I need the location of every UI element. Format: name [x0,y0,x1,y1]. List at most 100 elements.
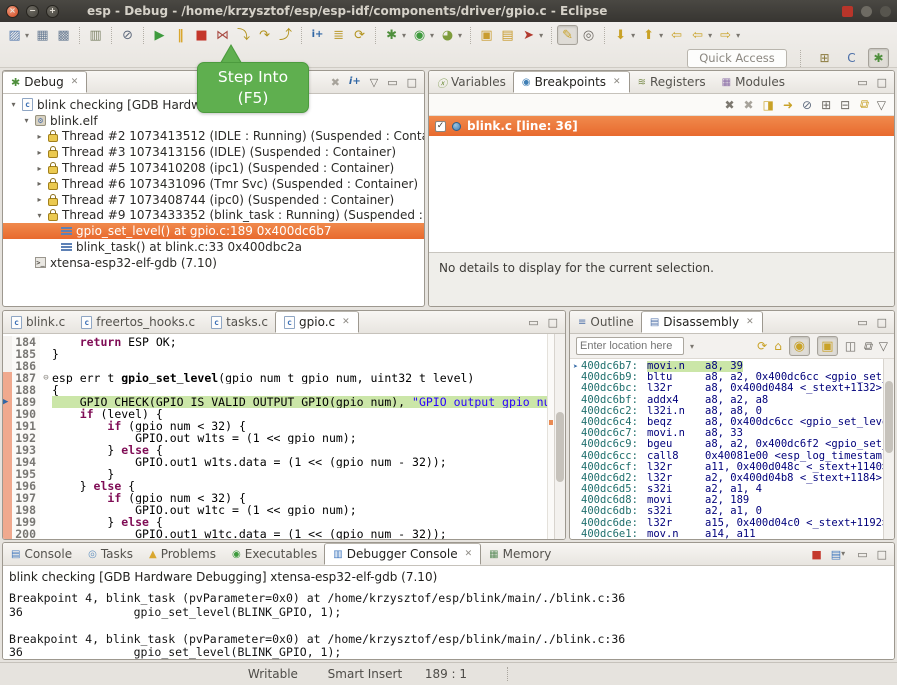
quick-access-box[interactable]: Quick Access [687,49,787,68]
view-tab-variables[interactable]: ⓧVariables [429,71,514,93]
editor-code-area[interactable]: 184 return ESP_OK;185}186187⊖esp_err_t g… [3,334,565,539]
close-icon[interactable]: ✕ [613,77,621,87]
console-output[interactable]: Breakpoint 4, blink_task (pvParameter=0x… [3,586,894,659]
remove-breakpoint-icon[interactable]: ✖ [724,98,734,112]
sync-with-active-context-icon[interactable]: ▣ [817,336,838,356]
code-line[interactable]: 199 } else { [3,516,565,528]
show-source-icon[interactable]: ◉ [789,336,810,356]
debug-tree-item[interactable]: ▸Thread #6 1073431096 (Tmr Svc) (Suspend… [3,176,424,192]
code-line[interactable]: 193 } else { [3,444,565,456]
view-tab-outline[interactable]: ≡Outline [570,311,642,333]
pin-view-icon[interactable]: ⧉ [863,339,872,354]
console-tab-memory[interactable]: ▦Memory [481,543,559,565]
debug-tree-item[interactable]: ▸Thread #7 1073408744 (ipc0) (Suspended … [3,192,424,208]
collapsed-arrow-icon[interactable]: ▸ [35,148,44,157]
maximize-window-icon[interactable]: + [46,5,59,18]
expanded-arrow-icon[interactable]: ▾ [9,100,18,109]
view-menu-icon[interactable]: ▽ [370,77,378,88]
minimize-icon[interactable]: ▭ [528,317,538,328]
code-line[interactable]: 188{ [3,384,565,396]
new-wizard-dropdown-icon[interactable]: ▾ [25,31,29,40]
code-line[interactable]: 187⊖esp_err_t gpio_set_level(gpio_num_t … [3,372,565,384]
view-tab-registers[interactable]: ≋Registers [630,71,714,93]
coverage-dropdown-icon[interactable]: ▾ [458,31,462,40]
editor-tab-freertos-hooks-c[interactable]: cfreertos_hooks.c [73,311,203,333]
collapsed-arrow-icon[interactable]: ▸ [35,179,44,188]
disassembly-listing[interactable]: ➤400dc6b7:movi.na8, 39400dc6b9:bltua8, a… [570,359,894,539]
close-icon[interactable]: ✕ [342,317,350,327]
back-dropdown-icon[interactable]: ▾ [708,31,712,40]
display-selected-console-icon[interactable]: ▤▾ [831,549,848,560]
show-breakpoints-for-selection-icon[interactable]: ◨ [763,98,774,112]
run-dropdown-icon[interactable]: ▾ [430,31,434,40]
debug-tree-item[interactable]: ▸Thread #3 1073413156 (IDLE) (Suspended … [3,144,424,160]
minimize-icon[interactable]: ▭ [857,317,867,328]
code-line[interactable]: 197 if (gpio_num < 32) { [3,492,565,504]
close-icon[interactable]: ✕ [71,77,79,87]
forward-dropdown-icon[interactable]: ▾ [736,31,740,40]
code-line[interactable]: 192 GPIO.out_w1ts = (1 << gpio_num); [3,432,565,444]
close-icon[interactable]: ✕ [465,549,473,559]
terminate-console-icon[interactable]: ■ [811,549,821,560]
tab-debug[interactable]: ✱ Debug ✕ [2,71,87,93]
save-button[interactable]: ▦ [32,25,53,45]
disassembly-scrollbar[interactable] [883,359,894,539]
minimize-icon[interactable]: ▭ [387,77,397,88]
code-line[interactable]: ▶189 GPIO_CHECK(GPIO_IS_VALID_OUTPUT_GPI… [3,396,565,408]
previous-annotation-button[interactable]: ⬆ [638,25,659,45]
debug-perspective-button[interactable]: ✱ [868,48,889,68]
minimize-window-icon[interactable]: − [26,5,39,18]
remove-all-terminated-icon[interactable]: ✖ [331,77,340,88]
cpp-perspective-button[interactable]: C [841,48,862,68]
editor-body[interactable]: 184 return ESP_OK;185}186187⊖esp_err_t g… [3,334,565,539]
editor-tab-gpio-c[interactable]: cgpio.c✕ [275,311,359,333]
show-debug-contexts-button[interactable]: ≣ [328,25,349,45]
close-window-icon[interactable]: × [6,5,19,18]
mark-occurrences-button[interactable]: ✎ [557,25,578,45]
code-line[interactable]: 196 } else { [3,480,565,492]
display-selected-console-dropdown-icon[interactable]: ▾ [841,550,845,558]
breakpoint-checkbox[interactable]: ✓ [435,121,446,132]
fold-marker[interactable]: ⊖ [40,372,52,384]
link-with-debug-view-icon[interactable]: ⧉ [859,97,868,112]
location-input[interactable] [576,337,684,355]
debug-tree-item[interactable]: ▾Thread #9 1073433352 (blink_task : Runn… [3,208,424,224]
console-tab-executables[interactable]: ◉Executables [224,543,325,565]
maximize-icon[interactable]: □ [877,317,887,328]
coverage-button[interactable]: ◕ [437,25,458,45]
new-view-icon[interactable]: ◫ [845,339,856,353]
next-annotation-button[interactable]: ⬇ [610,25,631,45]
collapse-all-icon[interactable]: ⊟ [840,98,850,112]
debug-tree-item[interactable]: ▾⚙blink.elf [3,113,424,129]
step-into-button[interactable]: ⤵ [233,25,254,45]
resume-button[interactable]: ▶ [149,25,170,45]
console-tab-tasks[interactable]: ◎Tasks [80,543,141,565]
code-line[interactable]: 198 GPIO.out_w1tc = (1 << gpio_num); [3,504,565,516]
debug-button[interactable]: ✱ [381,25,402,45]
code-line[interactable]: 195 } [3,468,565,480]
open-perspective-button[interactable]: ⊞ [814,48,835,68]
previous-annotation-dropdown-icon[interactable]: ▾ [659,31,663,40]
step-return-button[interactable]: ⤴ [275,25,296,45]
debug-tree-item[interactable]: >_xtensa-esp32-elf-gdb (7.10) [3,255,424,271]
debug-tree-item[interactable]: blink_task() at blink.c:33 0x400dbc2a [3,239,424,255]
minimize-icon[interactable]: ▭ [857,77,867,88]
scrollbar-thumb[interactable] [885,381,893,453]
last-edit-location-button[interactable]: ⇦ [666,25,687,45]
collapsed-arrow-icon[interactable]: ▸ [35,164,44,173]
code-line[interactable]: 191 if (gpio_num < 32) { [3,420,565,432]
view-tab-disassembly[interactable]: ▤Disassembly✕ [641,311,763,333]
expanded-arrow-icon[interactable]: ▾ [22,116,31,125]
code-line[interactable]: 186 [3,360,565,372]
code-line[interactable]: 185} [3,348,565,360]
back-button[interactable]: ⇦ [687,25,708,45]
external-tools-dropdown-icon[interactable]: ▾ [539,31,543,40]
view-menu-icon[interactable]: ▽ [877,98,886,112]
remove-all-breakpoints-icon[interactable]: ✖ [744,98,754,112]
debug-tree-item[interactable]: ▸Thread #2 1073413512 (IDLE : Running) (… [3,129,424,145]
maximize-icon[interactable]: □ [877,77,887,88]
next-annotation-dropdown-icon[interactable]: ▾ [631,31,635,40]
maximize-icon[interactable]: □ [407,77,417,88]
view-tab-modules[interactable]: ▦Modules [714,71,793,93]
home-icon[interactable]: ⌂ [774,339,782,353]
